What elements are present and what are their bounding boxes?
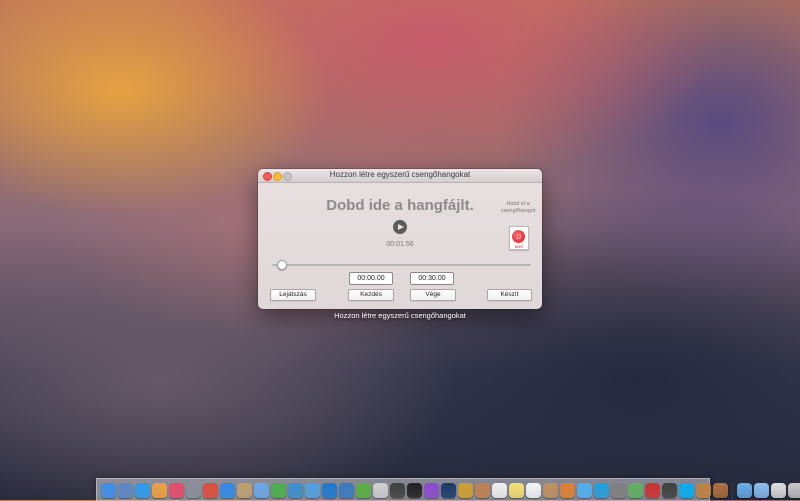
app-store-icon[interactable]	[135, 482, 150, 498]
current-time: 00:01.56	[386, 241, 414, 248]
skype-icon[interactable]	[594, 482, 609, 498]
set-start-button[interactable]: Kezdés	[348, 289, 394, 301]
messages-icon[interactable]	[577, 482, 592, 498]
window-title: Hozzon létre egyszerű csengőhangokat	[329, 170, 471, 179]
xcode-icon[interactable]	[339, 482, 354, 498]
safari-icon[interactable]	[220, 482, 235, 498]
calendar-icon[interactable]	[492, 482, 507, 498]
launchpad-icon[interactable]	[186, 482, 201, 498]
folder-2-icon[interactable]	[754, 482, 769, 498]
window-caption: Hozzon létre egyszerű csengőhangokat	[334, 311, 466, 320]
chrome-icon[interactable]	[203, 482, 218, 498]
dock	[96, 478, 800, 501]
mirror-icon[interactable]	[373, 482, 388, 498]
skype-2-icon[interactable]	[679, 482, 694, 498]
color-picker-icon[interactable]	[560, 482, 575, 498]
create-button[interactable]: Készít	[487, 289, 532, 301]
start-time-field[interactable]: 00:00.00	[349, 272, 393, 285]
finder-2-icon[interactable]	[305, 482, 320, 498]
position-slider-track[interactable]	[272, 264, 531, 266]
clock-icon[interactable]	[611, 482, 626, 498]
iphone-icon[interactable]	[662, 482, 677, 498]
pdf-icon[interactable]	[645, 482, 660, 498]
dock-separator	[732, 481, 733, 499]
podcasts-icon[interactable]	[424, 482, 439, 498]
mail-icon[interactable]	[254, 482, 269, 498]
play-button[interactable]: Lejátszás	[270, 289, 316, 301]
end-time-field[interactable]: 00:30.00	[410, 272, 454, 285]
folder-icon[interactable]	[737, 482, 752, 498]
mail-2-icon[interactable]	[322, 482, 337, 498]
keyboard-icon[interactable]	[771, 482, 786, 498]
activity-icon[interactable]	[390, 482, 405, 498]
maps-icon[interactable]	[628, 482, 643, 498]
facetime-icon[interactable]	[271, 482, 286, 498]
play-icon[interactable]	[393, 220, 407, 234]
reminders-icon[interactable]	[526, 482, 541, 498]
drag-ringtone-hint: Húzd el a csengőhangot	[500, 201, 536, 214]
itunes-icon[interactable]	[169, 482, 184, 498]
preview-2-icon[interactable]	[713, 482, 728, 498]
leaf-icon[interactable]	[356, 482, 371, 498]
trash-icon[interactable]	[788, 482, 800, 498]
finder-icon[interactable]	[101, 482, 116, 498]
position-slider-thumb[interactable]	[277, 260, 288, 270]
notes-2-icon[interactable]	[509, 482, 524, 498]
magnifier-icon[interactable]	[696, 482, 711, 498]
preview-icon[interactable]	[118, 482, 133, 498]
ringtone-maker-window: Hozzon létre egyszerű csengőhangokat Dob…	[258, 169, 542, 309]
terminal-icon[interactable]	[407, 482, 422, 498]
photos-icon[interactable]	[152, 482, 167, 498]
set-end-button[interactable]: Vége	[410, 289, 456, 301]
contacts-icon[interactable]	[543, 482, 558, 498]
notes-icon[interactable]	[475, 482, 490, 498]
book-icon[interactable]	[237, 482, 252, 498]
sharing-icon[interactable]	[288, 482, 303, 498]
keychain-icon[interactable]	[458, 482, 473, 498]
title-bar[interactable]: Hozzon létre egyszerű csengőhangokat	[258, 169, 542, 183]
photoshop-icon[interactable]	[441, 482, 456, 498]
